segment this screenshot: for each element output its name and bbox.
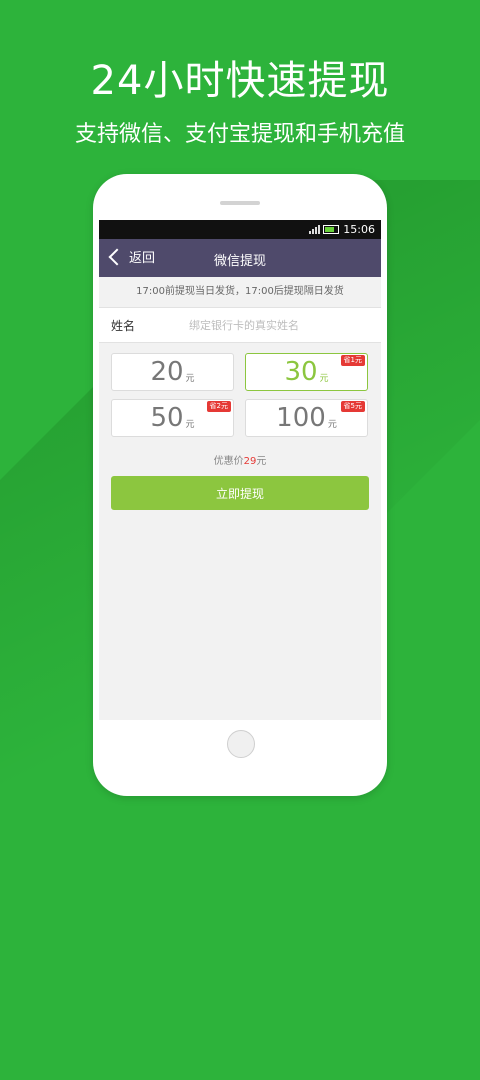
status-time: 15:06 bbox=[343, 223, 375, 236]
name-input[interactable] bbox=[187, 317, 361, 333]
battery-icon bbox=[323, 225, 340, 234]
page-title: 微信提现 bbox=[213, 254, 266, 269]
signal-icon bbox=[309, 225, 321, 234]
saving-badge: 省2元 bbox=[206, 401, 231, 412]
amount-unit: 元 bbox=[185, 373, 195, 384]
status-bar: 15:06 bbox=[99, 220, 381, 239]
promo-subline: 支持微信、支付宝提现和手机充值 bbox=[74, 122, 405, 147]
amount-option-100[interactable]: 100 元 省5元 bbox=[245, 399, 368, 437]
amount-option-30[interactable]: 30 元 省1元 bbox=[245, 353, 368, 391]
shipping-notice: 17:00前提现当日发货，17:00后提现隔日发货 bbox=[99, 277, 381, 308]
amount-grid: 20 元 30 元 省1元 50 元 省2元 100 元 省5元 bbox=[111, 353, 369, 439]
name-row: 姓名 bbox=[99, 308, 381, 343]
phone-screen: 15:06 返回 微信提现 17:00前提现当日发货，17:00后提现隔日发货 … bbox=[99, 220, 381, 720]
amount-value: 50 bbox=[150, 403, 184, 433]
discount-label: 优惠价 bbox=[213, 456, 244, 467]
saving-badge: 省5元 bbox=[340, 401, 365, 412]
promo-headline: 24小时快速提现 bbox=[90, 58, 390, 104]
phone-speaker bbox=[220, 201, 260, 205]
home-button[interactable] bbox=[227, 730, 255, 758]
nav-bar: 返回 微信提现 bbox=[99, 239, 381, 277]
discount-unit: 元 bbox=[256, 456, 267, 467]
discount-value: 29 bbox=[243, 456, 257, 467]
amount-option-50[interactable]: 50 元 省2元 bbox=[111, 399, 234, 437]
amount-option-20[interactable]: 20 元 bbox=[111, 353, 234, 391]
amount-unit: 元 bbox=[327, 419, 337, 430]
phone-frame: 15:06 返回 微信提现 17:00前提现当日发货，17:00后提现隔日发货 … bbox=[93, 174, 387, 796]
discount-price: 优惠价29元 bbox=[99, 452, 381, 467]
amount-unit: 元 bbox=[319, 373, 329, 384]
amount-value: 20 bbox=[150, 357, 184, 387]
amount-unit: 元 bbox=[185, 419, 195, 430]
name-label: 姓名 bbox=[111, 318, 136, 333]
saving-badge: 省1元 bbox=[340, 355, 365, 366]
amount-value: 30 bbox=[284, 357, 318, 387]
amount-value: 100 bbox=[276, 403, 326, 433]
withdraw-button[interactable]: 立即提现 bbox=[111, 476, 369, 510]
